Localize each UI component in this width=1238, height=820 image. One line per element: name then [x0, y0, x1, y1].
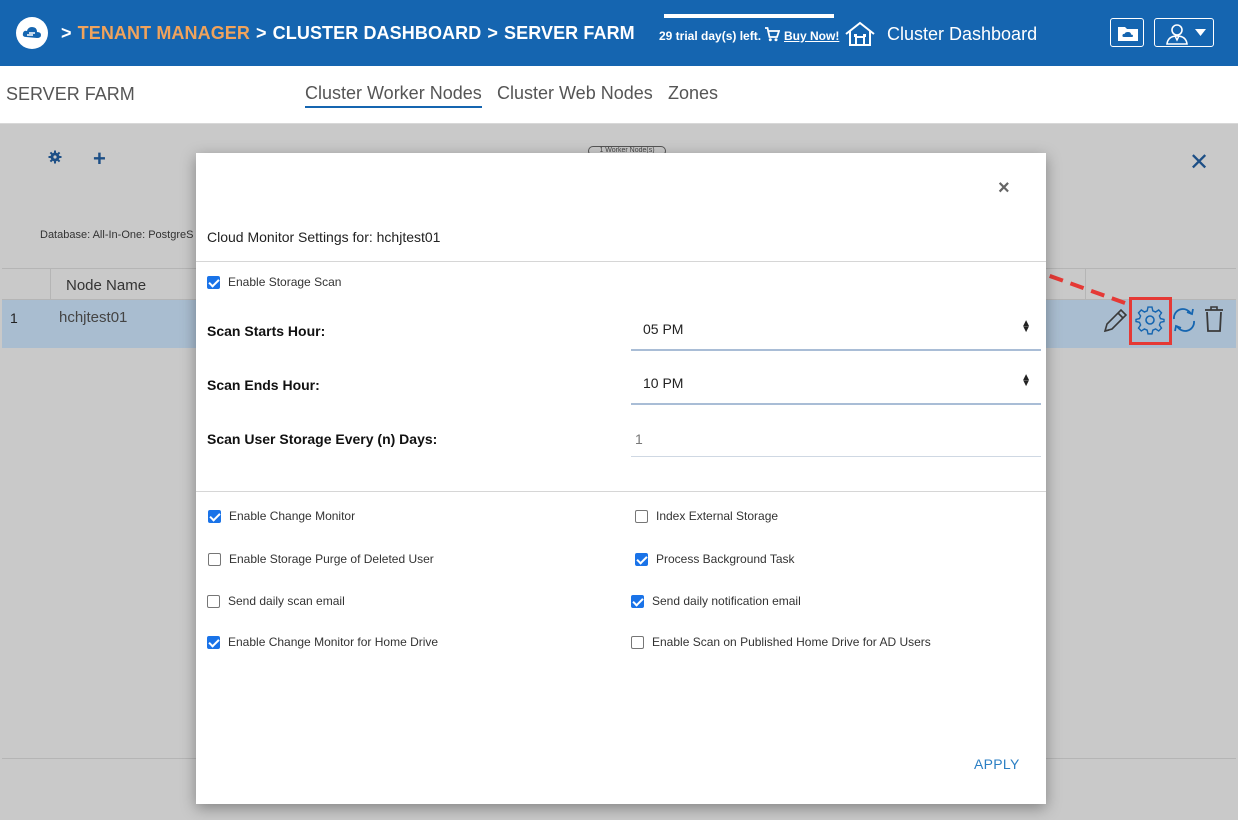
dialog-title: Cloud Monitor Settings for: hchjtest01 [207, 229, 441, 245]
checkbox-unchecked[interactable] [208, 552, 221, 566]
enable-scan-published-home-drive-checkbox[interactable]: Enable Scan on Published Home Drive for … [631, 635, 931, 649]
checkbox-label: Send daily scan email [228, 594, 345, 608]
checkbox-label: Index External Storage [656, 509, 779, 523]
checkbox-checked[interactable] [631, 594, 644, 608]
scan-end-label: Scan Ends Hour: [207, 377, 320, 393]
enable-change-monitor-checkbox[interactable]: Enable Change Monitor [208, 509, 355, 523]
index-external-storage-checkbox[interactable]: Index External Storage [635, 509, 778, 523]
checkbox-label: Enable Storage Purge of Deleted User [229, 552, 434, 566]
scan-every-days-input[interactable]: 1 [631, 419, 1041, 457]
checkbox-label: Send daily notification email [652, 594, 801, 608]
select-value: 10 PM [643, 375, 684, 391]
send-daily-scan-email-checkbox[interactable]: Send daily scan email [207, 594, 345, 608]
checkbox-checked[interactable] [208, 509, 221, 523]
checkbox-unchecked[interactable] [631, 635, 644, 649]
checkbox-label: Enable Change Monitor for Home Drive [228, 635, 439, 649]
enable-storage-scan-checkbox[interactable]: Enable Storage Scan [207, 275, 341, 289]
checkbox-label: Enable Change Monitor [229, 509, 356, 523]
divider [196, 261, 1046, 262]
cloud-monitor-settings-dialog: × Cloud Monitor Settings for: hchjtest01… [196, 153, 1046, 804]
sort-arrows-icon: ▲ ▼ [1021, 372, 1031, 389]
scan-every-label: Scan User Storage Every (n) Days: [207, 431, 438, 447]
enable-change-monitor-home-drive-checkbox[interactable]: Enable Change Monitor for Home Drive [207, 635, 438, 649]
sort-arrows-icon: ▲ ▼ [1021, 318, 1031, 335]
scan-start-label: Scan Starts Hour: [207, 323, 326, 339]
apply-button[interactable]: APPLY [974, 756, 1020, 772]
close-icon[interactable]: × [998, 177, 1010, 200]
checkbox-unchecked[interactable] [207, 594, 220, 608]
select-value: 05 PM [643, 321, 684, 337]
checkbox-checked[interactable] [207, 275, 220, 289]
checkbox-checked[interactable] [635, 552, 648, 566]
enable-storage-purge-checkbox[interactable]: Enable Storage Purge of Deleted User [208, 552, 434, 566]
divider [196, 491, 1046, 492]
input-value: 1 [635, 431, 643, 447]
checkbox-label: Enable Scan on Published Home Drive for … [652, 635, 931, 649]
checkbox-checked[interactable] [207, 635, 220, 649]
process-background-task-checkbox[interactable]: Process Background Task [635, 552, 795, 566]
checkbox-label: Enable Storage Scan [228, 275, 342, 289]
checkbox-label: Process Background Task [656, 552, 795, 566]
scan-start-hour-select[interactable]: 05 PM ▲ ▼ [631, 307, 1041, 351]
checkbox-unchecked[interactable] [635, 509, 648, 523]
send-daily-notification-email-checkbox[interactable]: Send daily notification email [631, 594, 801, 608]
scan-end-hour-select[interactable]: 10 PM ▲ ▼ [631, 361, 1041, 405]
